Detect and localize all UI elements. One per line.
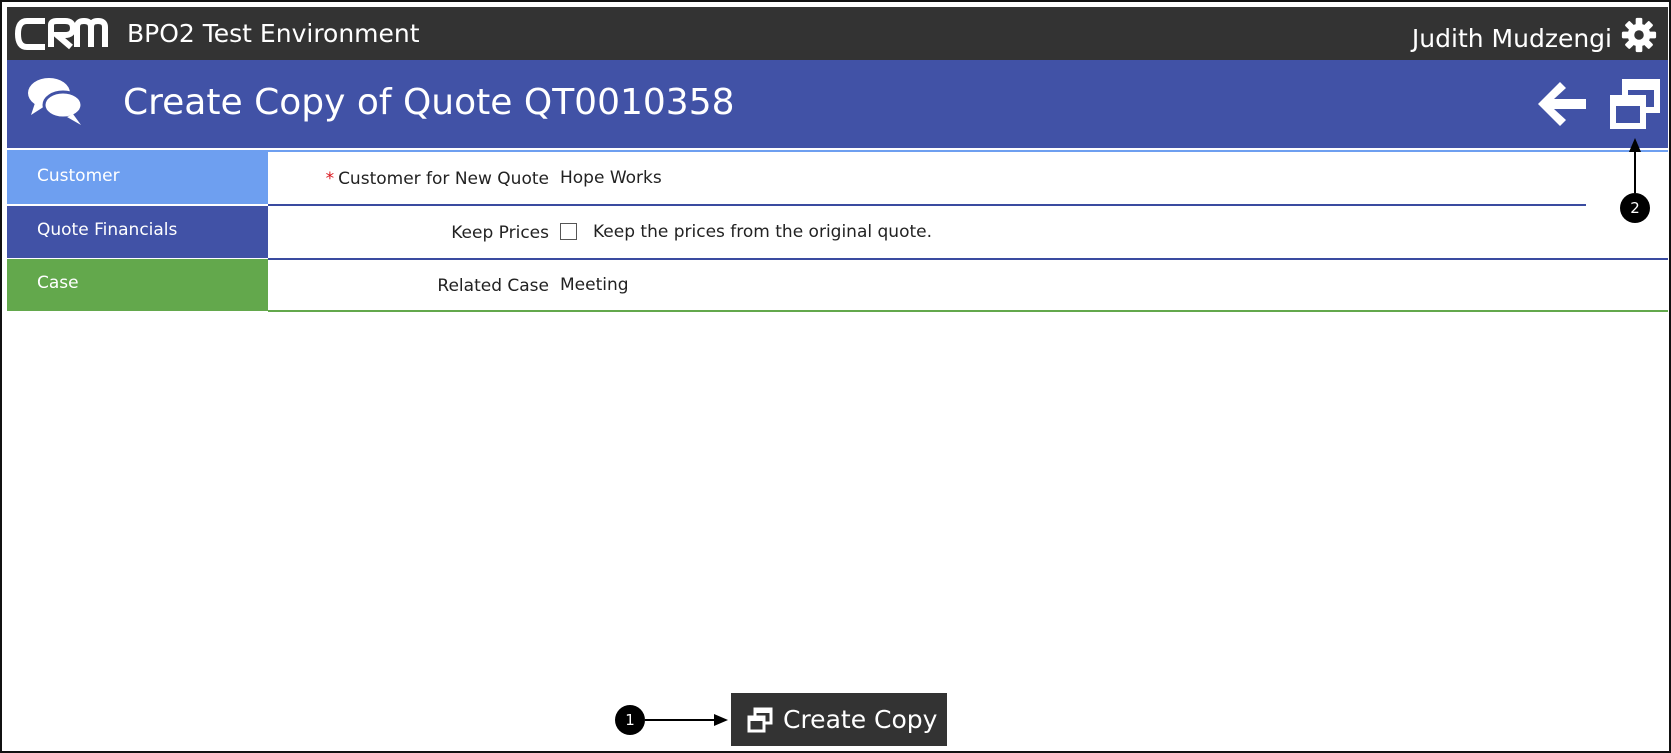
chat-bubbles-icon [28,78,84,125]
required-marker: * [325,169,335,189]
keep-prices-label: Keep Prices [451,223,549,243]
section-tab-quote-financials[interactable]: Quote Financials [7,206,268,258]
top-bar: BPO2 Test Environment Judith Mudzengi [7,7,1668,60]
customer-underline [268,204,1586,206]
callout-marker-2: 2 [1620,193,1650,223]
customer-field-value[interactable]: Hope Works [560,168,662,188]
create-copy-label: Create Copy [783,705,938,734]
back-arrow-icon[interactable] [1536,80,1588,128]
keep-prices-description: Keep the prices from the original quote. [593,222,932,242]
page-header: Create Copy of Quote QT0010358 [7,60,1668,148]
section-case-row: Case Related Case Meeting [7,259,1668,311]
page-title: Create Copy of Quote QT0010358 [123,82,735,123]
screenshot-frame: BPO2 Test Environment Judith Mudzengi Cr… [0,0,1671,753]
user-name[interactable]: Judith Mudzengi [1412,24,1612,53]
section-tab-customer[interactable]: Customer [7,152,268,204]
section-financials-row: Quote Financials Keep Prices Keep the pr… [7,206,1668,258]
copy-window-icon[interactable] [1609,78,1661,130]
section-customer-row: Customer * Customer for New Quote Hope Wo… [7,152,1668,204]
crm-logo[interactable] [15,17,109,51]
section-tab-case[interactable]: Case [7,259,268,311]
related-case-value[interactable]: Meeting [560,275,629,295]
financials-underline [268,258,1668,260]
customer-label-text: Customer for New Quote [338,169,549,189]
copy-window-icon [747,707,773,732]
related-case-label: Related Case [437,276,549,296]
environment-title: BPO2 Test Environment [127,19,420,48]
case-underline [268,310,1668,312]
customer-field-label: * Customer for New Quote [269,169,549,189]
create-copy-button[interactable]: Create Copy [731,693,947,746]
keep-prices-checkbox[interactable] [560,223,577,240]
gear-icon[interactable] [1620,16,1658,54]
callout-marker-1: 1 [615,705,645,735]
